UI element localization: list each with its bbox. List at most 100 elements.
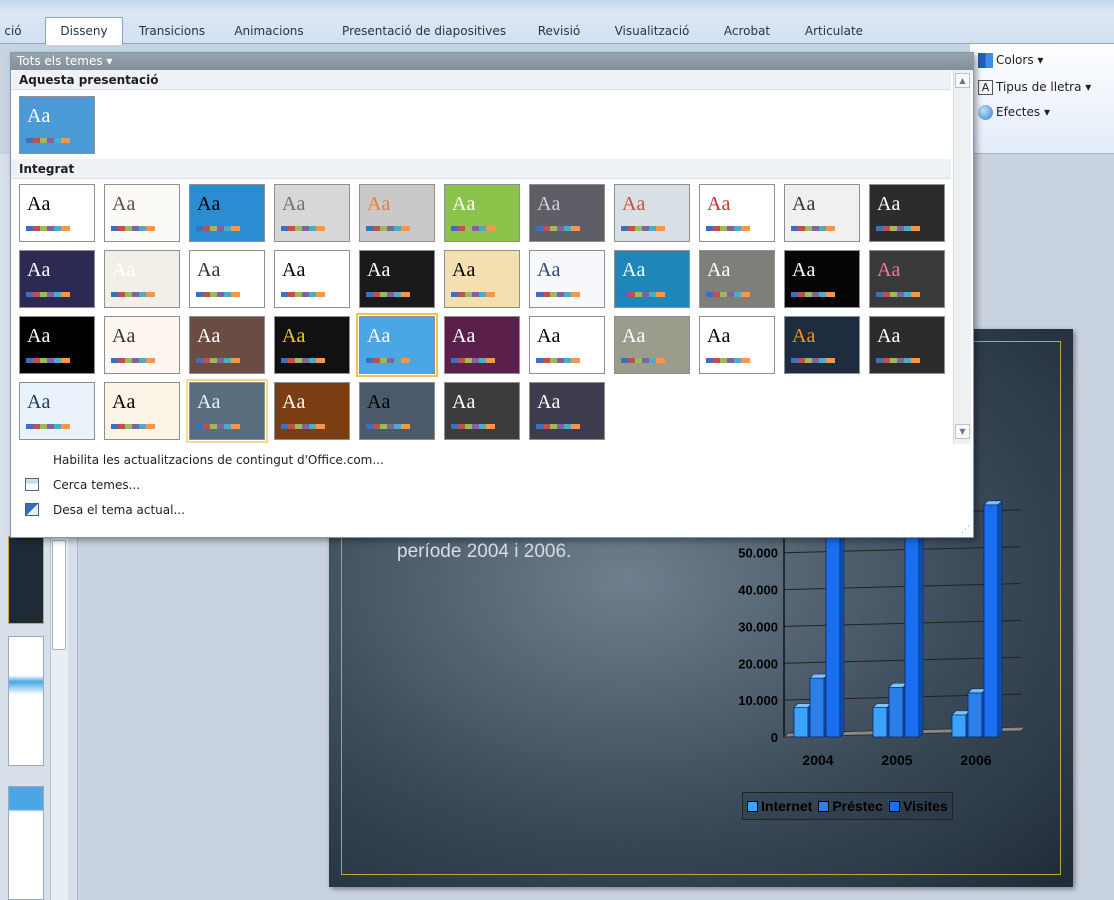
theme-color-swatches — [536, 226, 580, 231]
tab-articulate[interactable]: Articulate — [794, 18, 874, 44]
theme-sample-text: Aa — [282, 325, 306, 347]
tab-transitions[interactable]: Transicions — [130, 18, 214, 44]
theme-thumbnail[interactable]: Aa — [614, 316, 690, 374]
theme-thumbnail[interactable]: Aa — [359, 382, 435, 440]
legend-swatch — [818, 800, 830, 812]
theme-color-swatches — [111, 424, 155, 429]
theme-thumbnail[interactable]: Aa — [784, 250, 860, 308]
theme-thumbnail[interactable]: Aa — [444, 250, 520, 308]
scroll-up-button[interactable]: ▲ — [955, 73, 970, 88]
tab-view[interactable]: Visualització — [604, 18, 700, 44]
theme-thumbnail[interactable]: Aa — [529, 316, 605, 374]
theme-sample-text: Aa — [622, 259, 646, 281]
theme-sample-text: Aa — [877, 325, 901, 347]
section-builtin: Integrat — [11, 159, 951, 179]
chart-legend: Internet Préstec Visites — [742, 792, 953, 820]
slide-thumbnail-current[interactable] — [8, 536, 44, 624]
y-tick-label: 50.000 — [738, 546, 778, 561]
theme-color-swatches — [196, 358, 240, 363]
theme-thumbnail[interactable]: Aa — [104, 316, 180, 374]
theme-sample-text: Aa — [367, 193, 391, 215]
ribbon-themes-group: Colors ▾ A Tipus de lletra ▾ Efectes ▾ — [970, 44, 1114, 154]
theme-thumbnail[interactable]: Aa — [186, 379, 268, 443]
bar-préstec — [888, 686, 904, 738]
theme-sample-text: Aa — [282, 193, 306, 215]
theme-sample-text: Aa — [622, 325, 646, 347]
tab-animations[interactable]: Animacions — [226, 18, 312, 44]
theme-sample-text: Aa — [452, 259, 476, 281]
theme-thumbnail[interactable]: Aa — [19, 316, 95, 374]
theme-thumbnail[interactable]: Aa — [359, 184, 435, 242]
theme-thumbnail[interactable]: Aa — [189, 316, 265, 374]
menu-save-current-theme[interactable]: Desa el tema actual... — [11, 498, 971, 522]
slide-thumbnail[interactable] — [8, 786, 44, 900]
theme-sample-text: Aa — [792, 325, 816, 347]
theme-thumbnail[interactable]: Aa — [784, 184, 860, 242]
theme-thumbnail[interactable]: Aa — [19, 382, 95, 440]
theme-thumbnail[interactable]: Aa — [869, 250, 945, 308]
theme-thumbnail[interactable]: Aa — [104, 184, 180, 242]
theme-thumbnail[interactable]: Aa — [444, 382, 520, 440]
tab-review[interactable]: Revisió — [530, 18, 588, 44]
theme-thumbnail[interactable]: Aa — [529, 184, 605, 242]
resize-grip[interactable]: ⋰ — [961, 525, 970, 535]
theme-thumbnail[interactable]: Aa — [529, 382, 605, 440]
theme-sample-text: Aa — [27, 193, 51, 215]
theme-color-swatches — [196, 226, 240, 231]
menu-browse-themes[interactable]: Cerca temes... — [11, 473, 971, 497]
theme-thumbnail[interactable]: Aa — [189, 184, 265, 242]
legend-swatch — [747, 800, 758, 812]
theme-sample-text: Aa — [707, 193, 731, 215]
colors-button[interactable]: Colors ▾ — [978, 50, 1043, 70]
theme-thumbnail[interactable]: Aa — [444, 184, 520, 242]
tab-acrobat[interactable]: Acrobat — [712, 18, 782, 44]
gallery-scrollbar[interactable]: ▲ ▼ — [953, 70, 971, 444]
theme-color-swatches — [791, 226, 835, 231]
slides-panel-scroll-thumb[interactable] — [52, 540, 66, 650]
menu-enable-office-updates[interactable]: Habilita les actualitzacions de contingu… — [11, 448, 971, 472]
themes-gallery-dropdown: Tots els temes ▾ Aquesta presentació Aa … — [10, 52, 974, 538]
theme-thumbnail[interactable]: Aa — [699, 250, 775, 308]
legend-item-prestec: Préstec — [818, 798, 883, 814]
theme-thumbnail[interactable]: Aa — [869, 184, 945, 242]
slide-body-text[interactable]: període 2004 i 2006. — [397, 541, 571, 563]
theme-thumbnail[interactable]: Aa — [444, 316, 520, 374]
theme-thumbnail[interactable]: Aa — [19, 184, 95, 242]
theme-thumbnail[interactable]: Aa — [274, 250, 350, 308]
tab-insert-partial[interactable]: ció — [0, 18, 26, 44]
theme-thumbnail[interactable]: Aa — [274, 184, 350, 242]
theme-thumbnail[interactable]: Aa — [529, 250, 605, 308]
tab-slide-show[interactable]: Presentació de diapositives — [330, 18, 518, 44]
all-themes-header[interactable]: Tots els temes ▾ — [11, 53, 973, 70]
theme-thumbnail[interactable]: Aa — [19, 250, 95, 308]
theme-thumbnail[interactable]: Aa — [784, 316, 860, 374]
theme-sample-text: Aa — [367, 391, 391, 413]
theme-thumbnail[interactable]: Aa — [359, 250, 435, 308]
theme-sample-text: Aa — [197, 259, 221, 281]
theme-thumbnail[interactable]: Aa — [869, 316, 945, 374]
theme-thumbnail[interactable]: Aa — [104, 250, 180, 308]
fonts-button[interactable]: A Tipus de lletra ▾ — [978, 77, 1091, 97]
theme-thumbnail[interactable]: Aa — [699, 184, 775, 242]
theme-thumbnail[interactable]: Aa — [189, 250, 265, 308]
theme-color-swatches — [26, 292, 70, 297]
effects-button[interactable]: Efectes ▾ — [978, 102, 1050, 122]
theme-thumbnail[interactable]: Aa — [274, 382, 350, 440]
scroll-down-button[interactable]: ▼ — [955, 424, 970, 439]
theme-thumbnail[interactable]: Aa — [614, 184, 690, 242]
theme-sample-text: Aa — [282, 391, 306, 413]
theme-thumbnail[interactable]: Aa — [356, 313, 438, 377]
current-theme-thumbnail[interactable]: Aa — [19, 96, 95, 154]
tab-design[interactable]: Disseny — [45, 17, 123, 45]
theme-thumbnail[interactable]: Aa — [699, 316, 775, 374]
theme-thumbnail[interactable]: Aa — [104, 382, 180, 440]
theme-sample-text: Aa — [537, 259, 561, 281]
theme-thumbnail[interactable]: Aa — [614, 250, 690, 308]
theme-color-swatches — [791, 358, 835, 363]
theme-thumbnail[interactable]: Aa — [274, 316, 350, 374]
slide-thumbnail[interactable] — [8, 636, 44, 766]
theme-color-swatches — [621, 358, 665, 363]
theme-color-swatches — [451, 226, 495, 231]
save-theme-icon — [25, 503, 39, 516]
bar-préstec — [967, 692, 983, 738]
